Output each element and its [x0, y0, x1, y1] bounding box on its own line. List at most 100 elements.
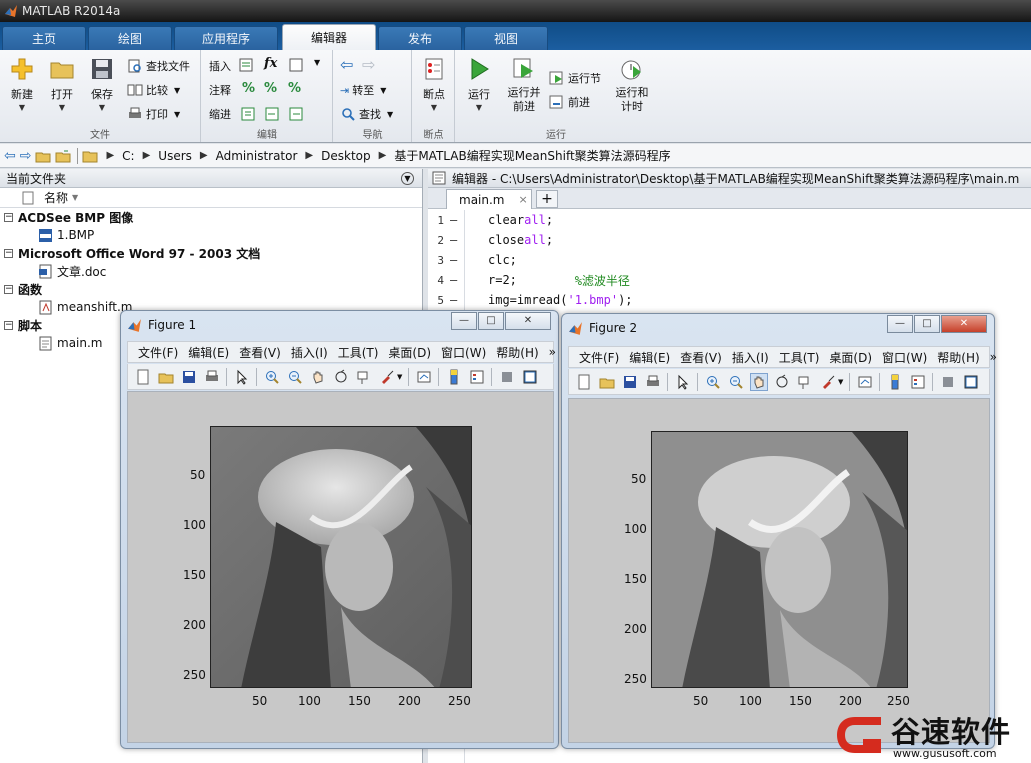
save-figure-icon[interactable]: [622, 374, 638, 390]
menu-insert[interactable]: 插入(I): [291, 344, 328, 361]
save-figure-icon[interactable]: [181, 369, 197, 385]
path-back-icon[interactable]: ⇦: [4, 148, 16, 164]
comment-percent-icon[interactable]: %: [242, 81, 255, 96]
minimize-button[interactable]: —: [887, 315, 913, 333]
print-button[interactable]: 打印 ▼: [127, 104, 180, 124]
tab-plots[interactable]: 绘图: [88, 26, 172, 50]
figure-1-axes[interactable]: [210, 426, 472, 688]
decrease-indent-icon[interactable]: [288, 106, 304, 122]
goto-button[interactable]: ⇥ 转至 ▼: [340, 80, 386, 100]
tab-view[interactable]: 视图: [464, 26, 548, 50]
new-tab-button[interactable]: +: [536, 190, 558, 208]
code-line[interactable]: 3– clc;: [428, 250, 517, 270]
run-button[interactable]: 运行 ▼: [459, 56, 499, 112]
menu-window[interactable]: 窗口(W): [441, 344, 486, 361]
pointer-icon[interactable]: [234, 369, 250, 385]
run-and-time-button[interactable]: 运行和 计时: [610, 56, 654, 114]
legend-icon[interactable]: [910, 374, 926, 390]
tab-apps[interactable]: 应用程序: [174, 26, 278, 50]
show-plot-tools-icon[interactable]: [522, 369, 538, 385]
breadcrumb-desktop[interactable]: Desktop: [321, 149, 371, 163]
show-plot-tools-icon[interactable]: [963, 374, 979, 390]
breadcrumb-c[interactable]: C:: [122, 149, 134, 163]
code-line[interactable]: 2– close all;: [428, 230, 553, 250]
insert-function-button[interactable]: fx: [264, 56, 277, 71]
rotate-3d-icon[interactable]: [333, 369, 349, 385]
increase-indent-icon[interactable]: [264, 106, 280, 122]
forward-arrow-icon[interactable]: ⇨: [362, 55, 375, 74]
breadcrumb-users[interactable]: Users: [158, 149, 192, 163]
hide-plot-tools-icon[interactable]: [499, 369, 515, 385]
print-figure-icon[interactable]: [204, 369, 220, 385]
menu-tools[interactable]: 工具(T): [779, 349, 820, 366]
new-figure-icon[interactable]: [135, 369, 151, 385]
menu-help[interactable]: 帮助(H): [937, 349, 979, 366]
insert-button[interactable]: 插入: [209, 56, 231, 76]
tab-editor[interactable]: 编辑器: [282, 24, 376, 50]
browse-folder-icon[interactable]: [55, 148, 71, 164]
zoom-in-icon[interactable]: [264, 369, 280, 385]
group-bmp[interactable]: − ACDSee BMP 图像: [0, 208, 422, 226]
indent-button[interactable]: 缩进: [209, 104, 231, 124]
figure-2-titlebar[interactable]: Figure 2: [568, 318, 637, 338]
name-column-header[interactable]: 名称 ▼: [0, 188, 422, 208]
menu-desktop[interactable]: 桌面(D): [388, 344, 431, 361]
collapse-icon[interactable]: −: [4, 320, 13, 330]
brush-icon[interactable]: [379, 369, 395, 385]
link-plot-icon[interactable]: [416, 369, 432, 385]
menu-tools[interactable]: 工具(T): [338, 344, 379, 361]
zoom-out-icon[interactable]: [287, 369, 303, 385]
open-button[interactable]: 打开 ▼: [42, 56, 82, 112]
open-file-icon[interactable]: [158, 369, 174, 385]
comment-button[interactable]: 注释: [209, 80, 231, 100]
run-advance-button[interactable]: 运行并 前进: [502, 56, 546, 114]
collapse-icon[interactable]: −: [4, 212, 13, 222]
smart-indent-icon[interactable]: [240, 106, 256, 122]
up-folder-icon[interactable]: [35, 148, 51, 164]
insert-fx-list-icon[interactable]: [288, 57, 304, 73]
menu-overflow-icon[interactable]: »: [990, 350, 997, 364]
panel-options-icon[interactable]: ▼: [401, 172, 414, 185]
tab-main-m[interactable]: main.m ×: [446, 189, 532, 209]
print-figure-icon[interactable]: [645, 374, 661, 390]
pan-hand-icon[interactable]: [750, 372, 768, 391]
hide-plot-tools-icon[interactable]: [940, 374, 956, 390]
run-section-button[interactable]: 运行节: [549, 68, 601, 88]
list-item[interactable]: 文章.doc: [0, 262, 422, 280]
zoom-in-icon[interactable]: [705, 374, 721, 390]
data-cursor-icon[interactable]: [797, 374, 813, 390]
find-button[interactable]: 查找 ▼: [340, 104, 393, 124]
brush-dropdown-icon[interactable]: ▼: [397, 373, 402, 381]
new-figure-icon[interactable]: [576, 374, 592, 390]
data-cursor-icon[interactable]: [356, 369, 372, 385]
wrap-comments-icon[interactable]: %: [288, 81, 301, 96]
rotate-3d-icon[interactable]: [774, 374, 790, 390]
colorbar-icon[interactable]: [446, 369, 462, 385]
group-functions[interactable]: − 函数: [0, 280, 422, 298]
tab-publish[interactable]: 发布: [378, 26, 462, 50]
collapse-icon[interactable]: −: [4, 284, 13, 294]
maximize-button[interactable]: □: [914, 315, 940, 333]
code-line[interactable]: 5– img=imread('1.bmp');: [428, 290, 632, 310]
find-files-button[interactable]: 查找文件: [127, 56, 190, 76]
menu-edit[interactable]: 编辑(E): [629, 349, 670, 366]
save-button[interactable]: 保存 ▼: [82, 56, 122, 112]
zoom-out-icon[interactable]: [728, 374, 744, 390]
edit-dropdown-arrow-icon[interactable]: ▼: [314, 58, 320, 67]
pointer-icon[interactable]: [675, 374, 691, 390]
figure-1-window[interactable]: Figure 1 — □ ✕ 文件(F) 编辑(E) 查看(V) 插入(I) 工…: [120, 310, 559, 749]
menu-window[interactable]: 窗口(W): [882, 349, 927, 366]
code-line[interactable]: 1– clear all;: [428, 210, 553, 230]
insert-section-icon[interactable]: [238, 57, 254, 73]
brush-icon[interactable]: [820, 374, 836, 390]
figure-1-titlebar[interactable]: Figure 1: [127, 315, 196, 335]
colorbar-icon[interactable]: [887, 374, 903, 390]
menu-view[interactable]: 查看(V): [680, 349, 722, 366]
path-forward-icon[interactable]: ⇨: [20, 148, 32, 164]
code-line[interactable]: 4– r=2; %滤波半径: [428, 270, 630, 290]
menu-file[interactable]: 文件(F): [138, 344, 178, 361]
breadcrumb-project-folder[interactable]: 基于MATLAB编程实现MeanShift聚类算法源码程序: [394, 147, 670, 164]
menu-desktop[interactable]: 桌面(D): [829, 349, 872, 366]
figure-2-axes[interactable]: [651, 431, 908, 688]
close-button[interactable]: ✕: [941, 315, 987, 333]
